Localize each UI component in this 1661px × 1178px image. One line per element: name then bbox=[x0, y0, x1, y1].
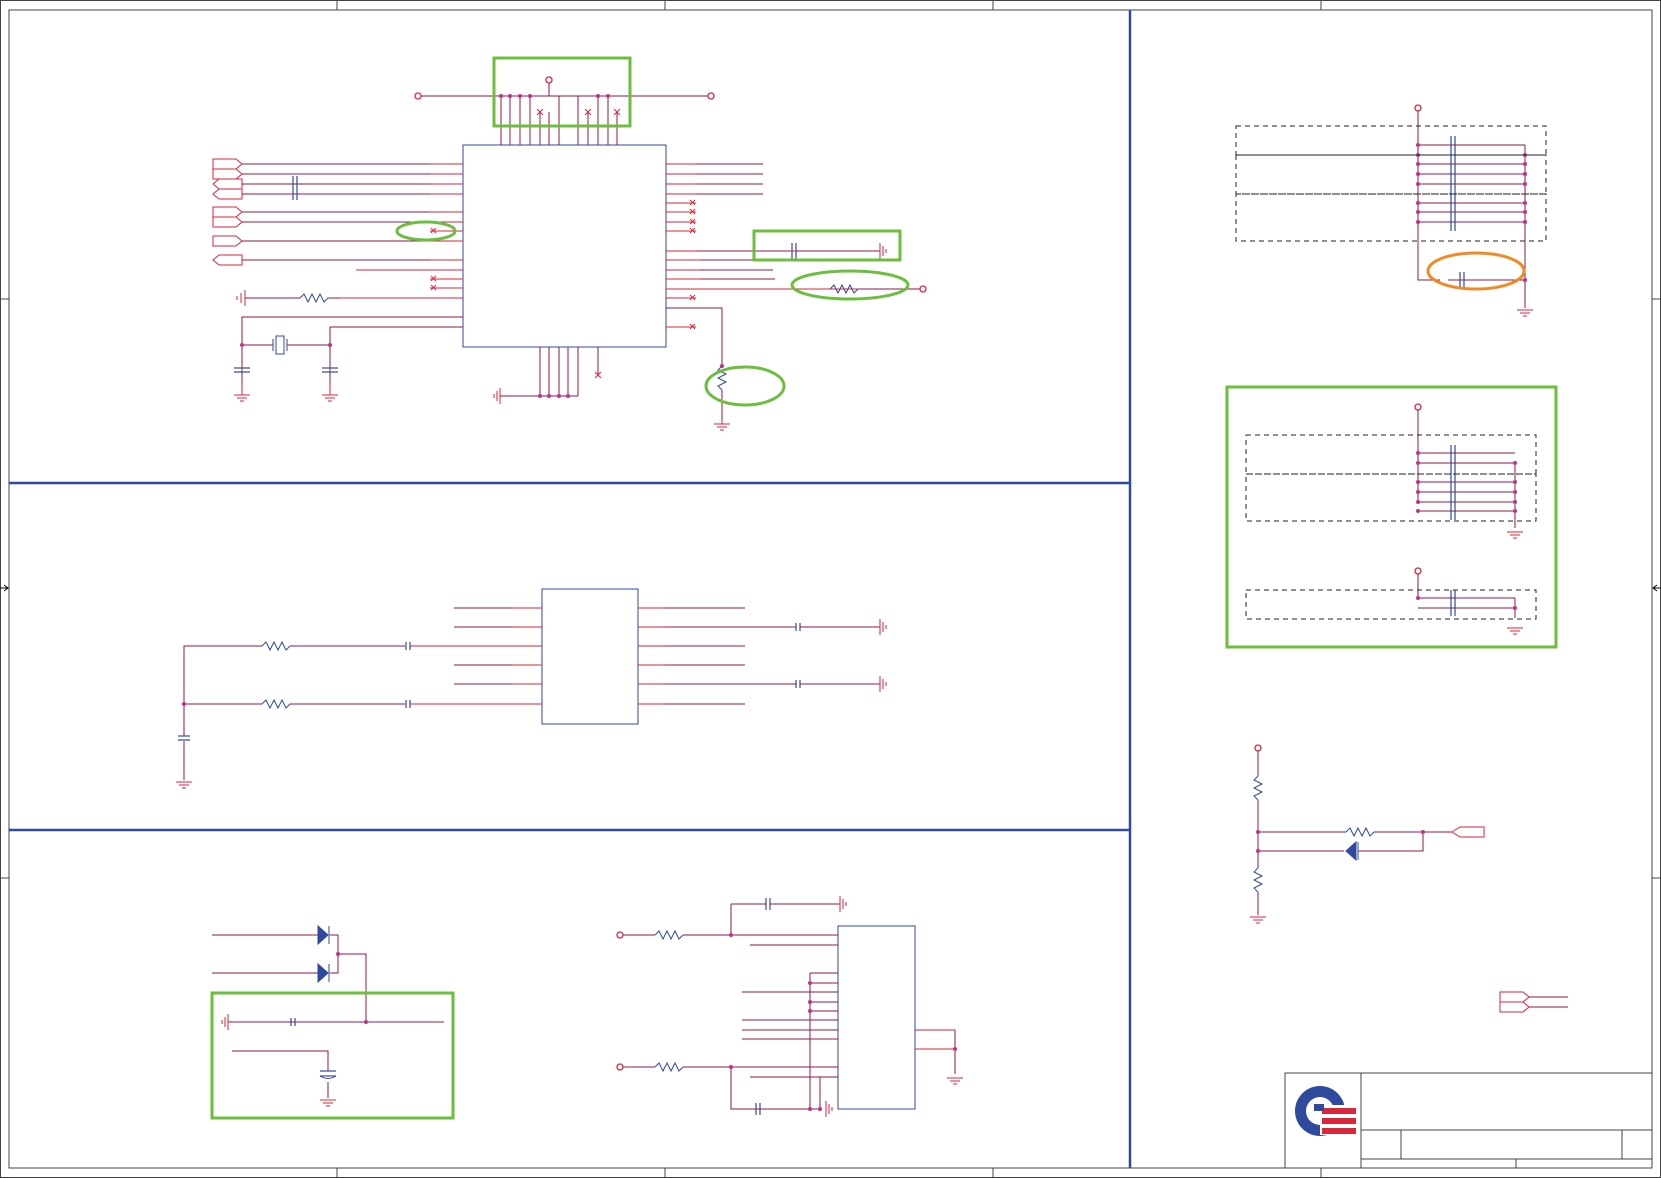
ic-top-pins bbox=[500, 96, 618, 145]
ground-symbol bbox=[236, 290, 246, 306]
ground-symbol-reset bbox=[1250, 916, 1266, 924]
input-rc-network bbox=[183, 645, 405, 780]
section-bottom-left bbox=[210, 896, 963, 1120]
ic-left-pins bbox=[242, 163, 463, 328]
reset-output-port bbox=[1451, 826, 1485, 838]
ground-symbol-third-right bbox=[947, 1077, 963, 1085]
series-resistor-right bbox=[829, 283, 927, 295]
no-connect-marks-right bbox=[689, 199, 696, 330]
second-ic-left-pins bbox=[410, 607, 542, 705]
ground-symbol-pulldown bbox=[714, 420, 730, 431]
third-ic-right-pins bbox=[915, 1029, 955, 1050]
input-resistors bbox=[261, 640, 291, 710]
clamp-diodes bbox=[317, 924, 330, 984]
third-ic-body[interactable] bbox=[837, 925, 916, 1110]
reset-diode bbox=[1345, 840, 1359, 862]
crystal-network bbox=[241, 316, 463, 385]
highlight-bulk-capacitor[interactable] bbox=[1426, 251, 1526, 291]
off-page-connectors bbox=[1499, 991, 1530, 1013]
second-ic-body[interactable] bbox=[541, 588, 639, 725]
reset-junctions bbox=[1256, 830, 1425, 853]
ground-symbol-bottom bbox=[493, 388, 501, 404]
company-logo-icon bbox=[1295, 1086, 1360, 1136]
ic-bottom-pins bbox=[500, 347, 599, 397]
divider-resistors bbox=[1252, 775, 1375, 893]
third-ic-junctions bbox=[729, 933, 822, 1111]
highlight-annotations bbox=[395, 56, 910, 407]
ground-symbols-bottom-left bbox=[221, 1014, 336, 1107]
diode-lower bbox=[317, 962, 329, 984]
diode-upper bbox=[317, 924, 329, 946]
ground-symbol-input bbox=[176, 781, 192, 789]
ic-right-pins bbox=[666, 163, 920, 328]
ground-symbols-third-ic bbox=[825, 896, 847, 1117]
input-coupling-capacitors bbox=[178, 642, 411, 741]
highlight-top-pins[interactable] bbox=[492, 56, 632, 128]
left-port-arrows bbox=[212, 158, 243, 266]
ground-symbol-right bbox=[879, 243, 887, 259]
section-top-left bbox=[212, 56, 927, 431]
sheet-frame bbox=[0, 0, 1661, 1178]
crystal bbox=[272, 335, 288, 355]
ground-symbols-mid bbox=[879, 619, 887, 692]
left-ground-resistor bbox=[245, 292, 340, 304]
highlight-bottom-left[interactable] bbox=[210, 991, 455, 1120]
no-connect-marks-left bbox=[430, 227, 437, 291]
left-pin-overlay bbox=[242, 163, 430, 261]
ground-symbols-crystal bbox=[234, 385, 338, 402]
left-coupling-capacitor bbox=[292, 176, 298, 200]
third-ic-input-resistors bbox=[616, 929, 731, 1073]
highlight-right-capacitor[interactable] bbox=[752, 229, 902, 262]
crystal-load-capacitors bbox=[234, 367, 338, 373]
third-ic-left-pins bbox=[730, 904, 838, 1110]
top-supply-rail bbox=[418, 80, 711, 97]
third-ic-caps bbox=[755, 898, 771, 1115]
schematic-sheet bbox=[0, 0, 1661, 1178]
pull-down-resistor bbox=[666, 307, 728, 420]
ground-symbol-upper-right bbox=[1517, 309, 1533, 317]
section-mid-left bbox=[176, 588, 887, 789]
main-ic-body[interactable] bbox=[462, 144, 667, 348]
second-ic-right-pins bbox=[638, 607, 796, 705]
ic-right-overlay bbox=[696, 163, 790, 280]
section-right bbox=[1225, 104, 1653, 1169]
output-capacitors bbox=[795, 623, 801, 688]
second-ic-right-overlay bbox=[665, 607, 796, 705]
lower-decoupling-junctions bbox=[1416, 451, 1517, 610]
